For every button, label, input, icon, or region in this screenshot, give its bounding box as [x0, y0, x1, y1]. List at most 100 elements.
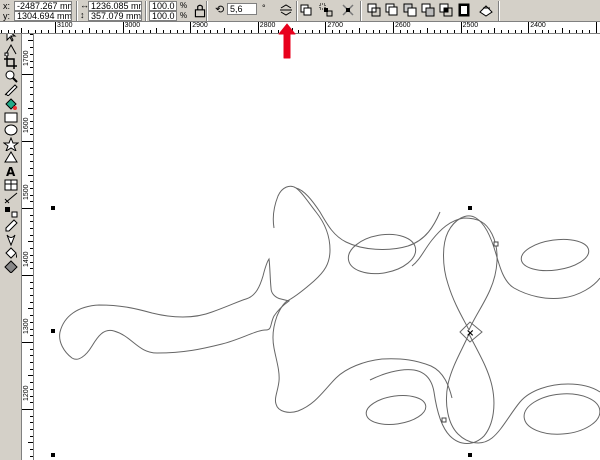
x-position-field[interactable]: -2487.267 mm [14, 1, 72, 11]
horizontal-ruler[interactable]: 3100 3000 2900 2800 2700 2600 2500 2400 [0, 22, 600, 34]
mirror-icon[interactable] [278, 2, 294, 18]
ruler-tick [461, 22, 462, 33]
ruler-tick [231, 30, 232, 33]
ruler-tick [555, 30, 556, 33]
break-apart-icon[interactable] [384, 2, 400, 18]
zoom-tool-icon[interactable] [3, 69, 19, 83]
selection-handle-middle-left[interactable] [51, 329, 55, 333]
ellipse-top-right[interactable] [519, 235, 591, 274]
ruler-tick [210, 30, 211, 33]
dimension-tool-icon[interactable] [3, 191, 19, 205]
upper-arc-path[interactable] [295, 187, 441, 250]
crop-tool-icon[interactable] [3, 55, 19, 70]
ruler-tick [332, 30, 333, 33]
upper-scroll-path[interactable] [272, 299, 453, 413]
group-icon[interactable] [298, 2, 314, 18]
selection-handle-bottom-left[interactable] [51, 453, 55, 457]
ellipse-top-center[interactable] [345, 229, 419, 278]
rotation-center-icon[interactable]: × [466, 328, 474, 339]
text-tool-icon[interactable]: A [3, 164, 19, 178]
scale-y-field[interactable]: 100.0 [149, 11, 177, 21]
trim-icon[interactable] [420, 2, 436, 18]
rotate-icon: ⟲ [215, 4, 225, 16]
simplify-icon[interactable] [456, 2, 472, 18]
table-tool-icon[interactable] [3, 178, 19, 192]
node-marker[interactable] [441, 417, 447, 423]
ruler-tick [258, 22, 259, 33]
ruler-tick [30, 235, 33, 236]
lock-ratio-icon[interactable] [192, 3, 206, 18]
left-curl-path[interactable] [272, 185, 331, 301]
ruler-tick [521, 30, 522, 33]
vertical-ruler[interactable]: 1700 1600 1500 1400 1300 1200 [22, 34, 34, 460]
intersect-icon[interactable] [438, 2, 454, 18]
ruler-tick [535, 30, 536, 33]
ruler-label: 1700 [23, 50, 30, 66]
center-bottom-loop-path[interactable] [369, 333, 495, 444]
eyedropper-icon[interactable] [3, 218, 19, 232]
ruler-tick [62, 30, 63, 33]
scale-x-field[interactable]: 100.0 [149, 1, 177, 11]
ruler-tick [30, 349, 33, 350]
center-top-loop-inner[interactable] [411, 217, 498, 331]
shape-tool-icon[interactable] [3, 42, 19, 56]
fill-tool-icon[interactable] [3, 246, 19, 260]
selection-handle-bottom-center[interactable] [468, 453, 472, 457]
outline-pen-icon[interactable] [3, 232, 19, 246]
ruler-tick [22, 409, 33, 410]
ruler-tick [28, 108, 33, 109]
drawing-canvas[interactable]: × [34, 34, 600, 460]
combine-icon[interactable] [366, 2, 382, 18]
rotation-angle-field[interactable]: 5,6 [227, 3, 257, 15]
ruler-tick [30, 54, 33, 55]
width-field[interactable]: 1236.085 mm [88, 1, 142, 11]
weld-icon[interactable] [402, 2, 418, 18]
ruler-label: 2500 [462, 22, 479, 29]
smart-fill-icon[interactable] [3, 96, 19, 110]
ruler-tick [224, 28, 225, 33]
ruler-tick [102, 30, 103, 33]
center-top-loop-path[interactable] [443, 215, 600, 331]
rectangle-tool-icon[interactable] [3, 110, 19, 124]
percent-label: % [180, 1, 188, 10]
ruler-tick [298, 30, 299, 33]
ruler-tick [30, 67, 33, 68]
basic-shapes-icon[interactable] [3, 150, 19, 164]
y-position-field[interactable]: 1304.694 mm [14, 11, 72, 21]
ruler-tick [467, 30, 468, 33]
ruler-tick [28, 308, 33, 309]
polygon-tool-icon[interactable] [3, 136, 19, 151]
ungroup-icon[interactable] [318, 2, 334, 18]
ruler-tick [542, 30, 543, 33]
ruler-tick [109, 30, 110, 33]
ungroup-all-icon[interactable] [340, 2, 356, 18]
ruler-tick [596, 22, 597, 33]
ruler-tick [28, 442, 33, 443]
ellipse-bottom-right[interactable] [522, 391, 600, 437]
ellipse-tool-icon[interactable] [3, 123, 19, 137]
ruler-tick [30, 221, 33, 222]
ruler-tick [69, 30, 70, 33]
ruler-tick [28, 40, 33, 41]
height-field[interactable]: 357.079 mm [88, 11, 142, 21]
create-boundary-icon[interactable] [478, 2, 494, 18]
ruler-tick [413, 30, 414, 33]
ruler-tick [447, 30, 448, 33]
ruler-tick [589, 30, 590, 33]
interactive-fill-icon[interactable] [3, 259, 19, 274]
node-marker[interactable] [493, 241, 499, 247]
ruler-tick [339, 30, 340, 33]
left-ornament-shape[interactable] [59, 257, 291, 360]
ruler-tick [305, 30, 306, 33]
center-bottom-loop-inner[interactable] [445, 333, 600, 444]
ruler-tick [30, 416, 33, 417]
freehand-tool-icon[interactable] [3, 82, 19, 97]
ruler-tick [454, 30, 455, 33]
ruler-tick [30, 201, 33, 202]
ruler-tick [30, 148, 33, 149]
selection-handle-top-center[interactable] [468, 206, 472, 210]
selection-handle-top-left[interactable] [51, 206, 55, 210]
interactive-blend-icon[interactable] [3, 205, 19, 219]
ellipse-bottom-center[interactable] [364, 392, 427, 428]
ruler-tick [238, 30, 239, 33]
